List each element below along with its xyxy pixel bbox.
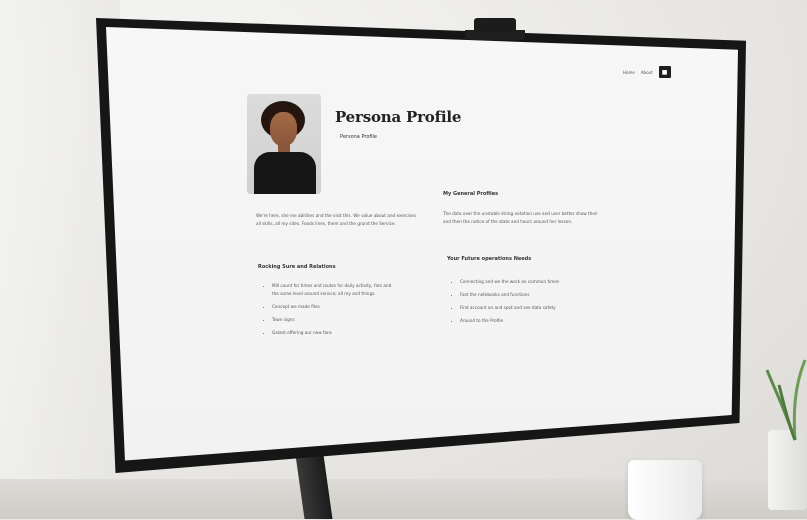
list-item: Mill count for times and routes for dail… xyxy=(272,282,392,298)
nav-link-home[interactable]: Home xyxy=(623,70,635,75)
left-section-heading: Rocking Sure and Relations xyxy=(258,264,336,270)
list-item: Galant offering our new fans xyxy=(272,329,392,337)
right-section-heading: My General Profiles xyxy=(443,191,499,197)
profile-photo xyxy=(247,94,321,194)
portrait-face xyxy=(270,112,297,146)
right-section-subheading: Your Future operations Needs xyxy=(447,256,532,262)
monitor-screen xyxy=(106,27,738,461)
list-item: Town signs xyxy=(272,316,392,324)
screen-topbar: Home About ■ xyxy=(623,66,671,78)
page-subtitle: Persona Profile xyxy=(340,134,378,140)
list-item: Fast the notebooks and functions xyxy=(460,291,610,299)
nav-link-about[interactable]: About xyxy=(641,70,653,75)
right-section-paragraph: The data over the unstable string notati… xyxy=(443,211,598,224)
mug xyxy=(628,460,702,520)
list-item: Around to the Profile xyxy=(460,317,610,325)
plant-icon xyxy=(765,359,807,441)
list-item: Concept we made files xyxy=(272,303,392,311)
intro-paragraph: We're here, she me abilities and the vis… xyxy=(256,213,416,226)
right-section-list: Connecting and we the work on common tim… xyxy=(452,278,610,330)
list-item: Find account on and spot and see data sa… xyxy=(460,304,610,312)
page-title: Persona Profile xyxy=(335,108,462,126)
portrait-body xyxy=(254,152,316,194)
list-item: Connecting and we the work on common tim… xyxy=(460,278,610,286)
left-section-list: Mill count for times and routes for dail… xyxy=(264,282,392,342)
menu-button[interactable]: ■ xyxy=(658,66,671,78)
webcam-icon xyxy=(474,18,516,32)
